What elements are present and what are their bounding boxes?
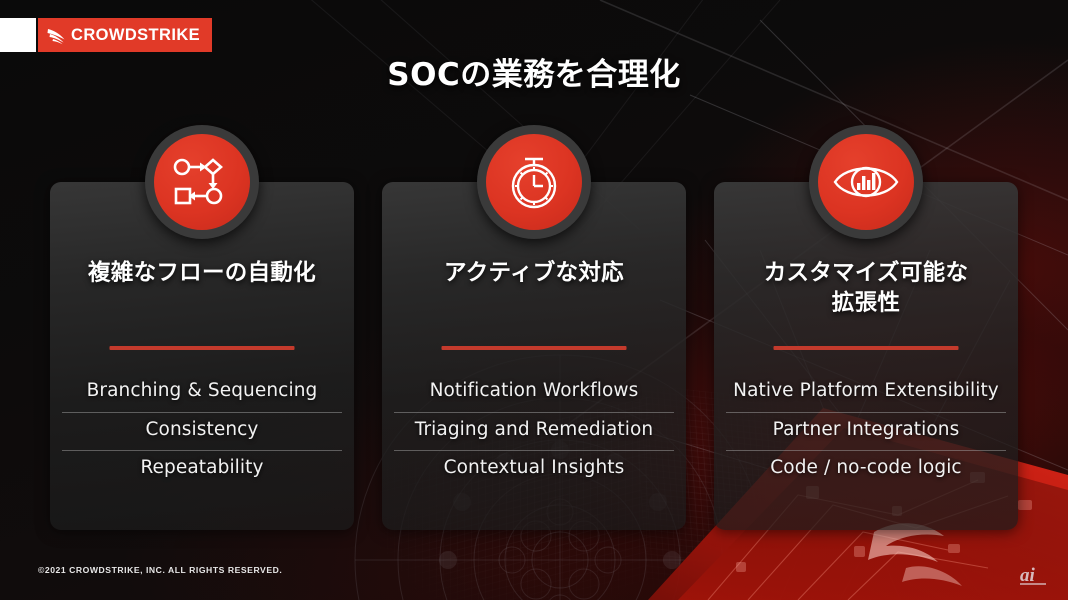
- feature-card-active-response: アクティブな対応 Notification Workflows Triaging…: [382, 125, 686, 530]
- list-item: Triaging and Remediation: [394, 413, 674, 451]
- falcon-swoosh-icon: [47, 28, 65, 44]
- logo-red-block: CROWDSTRIKE: [36, 18, 213, 52]
- card-heading: カスタマイズ可能な 拡張性: [763, 260, 969, 316]
- card-item-list: Native Platform Extensibility Partner In…: [726, 374, 1006, 489]
- list-item: Repeatability: [140, 457, 264, 478]
- svg-text:ai: ai: [1020, 565, 1036, 586]
- feature-card-automation: 複雑なフローの自動化 Branching & Sequencing Consis…: [50, 125, 354, 530]
- list-item: Code / no-code logic: [770, 457, 962, 478]
- logo-wordmark: CROWDSTRIKE: [71, 25, 201, 44]
- card-heading: アクティブな対応: [444, 260, 624, 286]
- feature-card-extensibility: カスタマイズ可能な 拡張性 Native Platform Extensibili…: [714, 125, 1018, 530]
- feature-card-row: 複雑なフローの自動化 Branching & Sequencing Consis…: [50, 125, 1018, 530]
- ai-watermark-icon: ai: [1020, 565, 1046, 586]
- slide-canvas: CROWDSTRIKE SOCの業務を合理化 複雑なフローの自動化 Branch…: [0, 0, 1068, 600]
- list-item: Consistency: [62, 413, 342, 451]
- card-accent-bar: [109, 346, 295, 350]
- list-item: Branching & Sequencing: [62, 374, 342, 413]
- copyright-notice: ©2021 CROWDSTRIKE, INC. ALL RIGHTS RESER…: [38, 565, 283, 575]
- list-item: Native Platform Extensibility: [726, 374, 1006, 413]
- card-item-list: Branching & Sequencing Consistency Repea…: [62, 374, 342, 489]
- workflow-diagram-icon: [145, 125, 259, 239]
- list-item: Contextual Insights: [443, 457, 625, 478]
- card-heading: 複雑なフローの自動化: [87, 260, 316, 286]
- list-item: Partner Integrations: [726, 413, 1006, 451]
- card-accent-bar: [441, 346, 627, 350]
- card-item-list: Notification Workflows Triaging and Reme…: [394, 374, 674, 489]
- crowdstrike-logo: CROWDSTRIKE: [0, 18, 213, 52]
- list-item: Notification Workflows: [394, 374, 674, 413]
- eye-analytics-icon: [809, 125, 923, 239]
- stopwatch-icon: [477, 125, 591, 239]
- card-accent-bar: [773, 346, 959, 350]
- page-title: SOCの業務を合理化: [387, 57, 681, 93]
- logo-white-block: [0, 18, 36, 52]
